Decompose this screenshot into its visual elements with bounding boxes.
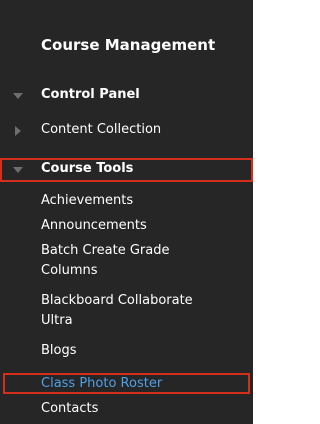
course-management-panel: Course Management Control Panel Content … <box>0 0 253 424</box>
screenshot-frame: Course Management Control Panel Content … <box>0 0 257 424</box>
section-label: Control Panel <box>41 87 140 102</box>
panel-title: Course Management <box>41 36 216 54</box>
menu-item-class-photo-roster[interactable]: Class Photo Roster <box>41 374 162 394</box>
menu-item-achievements[interactable]: Achievements <box>41 191 133 211</box>
menu-item-label-line: Ultra <box>41 313 73 328</box>
section-label: Content Collection <box>41 122 162 137</box>
menu-item-label-line: Columns <box>41 263 98 278</box>
menu-item-announcements[interactable]: Announcements <box>41 216 147 236</box>
section-control-panel[interactable]: Control Panel <box>0 84 253 108</box>
section-content-collection[interactable]: Content Collection <box>0 119 253 143</box>
menu-item-label-line: Batch Create Grade <box>41 243 170 258</box>
menu-item-label-line: Blackboard Collaborate <box>41 293 193 308</box>
menu-item-blackboard-collaborate-ultra[interactable]: Blackboard Collaborate Ultra <box>41 291 193 331</box>
triangle-down-icon[interactable] <box>13 93 23 99</box>
triangle-down-icon[interactable] <box>13 167 23 173</box>
section-course-tools[interactable]: Course Tools <box>0 158 253 182</box>
triangle-right-icon[interactable] <box>15 126 21 136</box>
menu-item-contacts[interactable]: Contacts <box>41 399 98 419</box>
menu-item-batch-create-grade-columns[interactable]: Batch Create Grade Columns <box>41 241 169 281</box>
menu-item-blogs[interactable]: Blogs <box>41 341 77 361</box>
section-label: Course Tools <box>41 161 134 176</box>
